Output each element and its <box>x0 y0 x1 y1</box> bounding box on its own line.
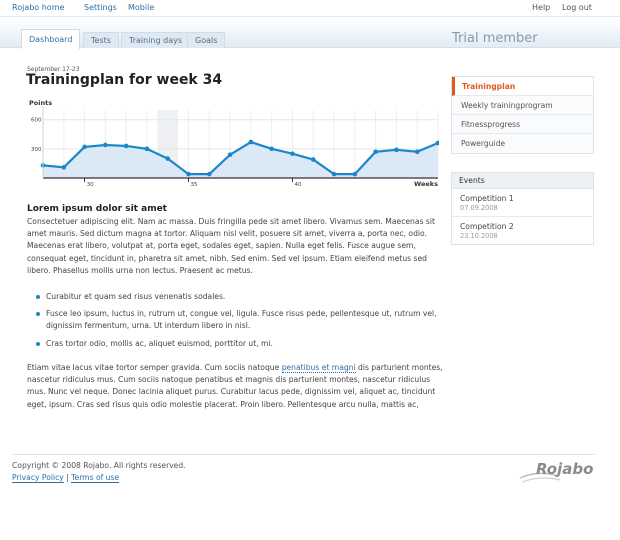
tab-tests[interactable]: Tests <box>83 32 119 48</box>
y-tick-label: 300 <box>31 147 42 153</box>
rojabo-logo: Rojabo <box>519 460 593 483</box>
data-point <box>414 149 420 155</box>
events-heading: Events <box>452 173 593 189</box>
top-navigation: Rojabo home Settings Mobile Help Log out <box>0 0 620 17</box>
list-item: Curabitur et quam sed risus venenatis so… <box>36 291 446 303</box>
footer-divider <box>12 454 595 455</box>
footer-links: Privacy Policy | Terms of use <box>12 473 120 483</box>
data-point <box>165 156 171 161</box>
nav-rojabo-home[interactable]: Rojabo home <box>12 3 64 12</box>
penatibus-link[interactable]: penatibus et magni <box>281 363 356 373</box>
nav-mobile[interactable]: Mobile <box>128 3 154 12</box>
sidebar-item-weekly-trainingprogram[interactable]: Weekly trainingprogram <box>452 96 593 115</box>
data-point <box>103 142 108 148</box>
data-point <box>352 171 358 177</box>
sidebar-item-fitnessprogress[interactable]: Fitnessprogress <box>452 115 593 134</box>
event-date: 23.10.2008 <box>460 232 498 240</box>
event-name: Competition 1 <box>460 194 514 203</box>
data-point <box>61 165 67 170</box>
intro-paragraph: Consectetuer adipiscing elit. Nam ac mas… <box>27 217 435 275</box>
events-panel: Events Competition 1 07.09.2008 Competit… <box>451 172 594 245</box>
data-point <box>144 146 150 152</box>
sidebar-item-trainingplan[interactable]: Trainingplan <box>452 77 593 96</box>
data-point <box>310 157 316 162</box>
nav-help[interactable]: Help <box>532 3 550 12</box>
nav-log-out[interactable]: Log out <box>562 3 592 12</box>
sidebar-item-powerguide[interactable]: Powerguide <box>452 134 593 153</box>
data-point <box>207 171 212 177</box>
copyright-text: Copyright © 2008 Rojabo. All rights rese… <box>12 461 186 470</box>
data-point <box>331 171 337 177</box>
membership-label: Trial member <box>452 31 538 46</box>
data-point <box>394 147 399 153</box>
tab-goals[interactable]: Goals <box>187 32 226 48</box>
x-tick-label: 35 <box>191 182 198 188</box>
privacy-policy-link[interactable]: Privacy Policy <box>12 473 64 483</box>
data-point <box>123 143 129 149</box>
data-point <box>227 152 233 157</box>
closing-text-start: Etiam vitae lacus vitae tortor semper gr… <box>27 363 282 372</box>
x-tick-label: 30 <box>87 182 94 188</box>
nav-settings[interactable]: Settings <box>84 3 117 12</box>
data-point <box>373 149 378 155</box>
bullet-list: Curabitur et quam sed risus venenatis so… <box>36 291 446 355</box>
event-name: Competition 2 <box>460 222 514 231</box>
logo-wordmark: Rojabo <box>536 460 593 478</box>
y-tick-label: 600 <box>31 118 42 124</box>
data-point <box>82 144 87 150</box>
tab-bar: Dashboard Tests Training days Goals Tria… <box>0 18 620 49</box>
x-axis-label: Weeks <box>414 180 438 188</box>
data-point <box>269 146 274 152</box>
terms-of-use-link[interactable]: Terms of use <box>71 473 120 483</box>
list-item: Cras tortor odio, mollis ac, aliquet eui… <box>36 338 446 350</box>
closing-paragraph: Etiam vitae lacus vitae tortor semper gr… <box>27 362 447 411</box>
y-axis-label: Points <box>29 99 52 107</box>
tab-training-days[interactable]: Training days <box>121 32 190 48</box>
page-title: Trainingplan for week 34 <box>26 72 223 88</box>
tab-dashboard[interactable]: Dashboard <box>21 29 81 49</box>
section-heading: Lorem ipsum dolor sit amet <box>27 204 167 214</box>
sidebar-nav: Trainingplan Weekly trainingprogram Fitn… <box>451 76 594 154</box>
event-item[interactable]: Competition 1 07.09.2008 <box>452 189 593 217</box>
footer-separator: | <box>66 473 69 482</box>
x-tick-label: 40 <box>294 182 301 188</box>
list-item: Fusce leo ipsum, luctus in, rutrum ut, c… <box>36 308 446 332</box>
data-point <box>186 171 191 177</box>
points-chart: Points 300 600 30 35 40 Weeks <box>29 99 439 188</box>
event-item[interactable]: Competition 2 23.10.2008 <box>452 217 593 244</box>
data-point <box>290 151 295 157</box>
event-date: 07.09.2008 <box>460 204 498 212</box>
data-point <box>248 139 254 145</box>
